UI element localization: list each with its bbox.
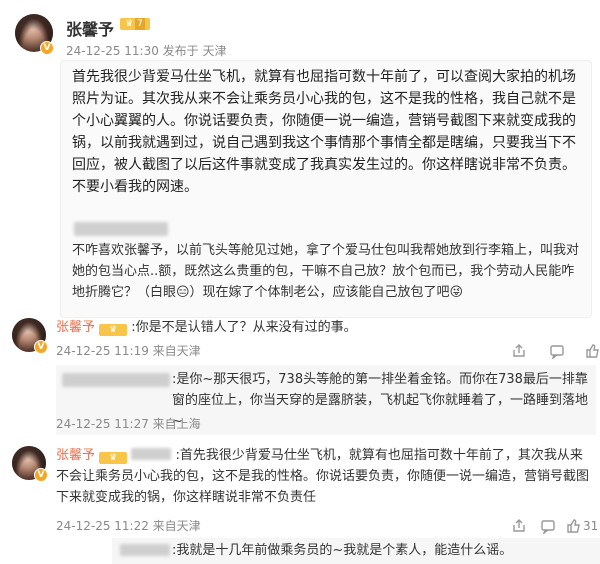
comment-icon[interactable] (540, 518, 556, 534)
hidden-username (62, 373, 170, 387)
like-icon[interactable] (585, 343, 600, 359)
share-icon[interactable] (511, 518, 527, 534)
like-count: 31 (583, 519, 599, 533)
reply-line: 张馨予 ♛ :首先我很少背爱马仕坐飞机，就算有也屈指可数十年前了，其次我从来不会… (56, 445, 592, 508)
reply-meta: 24-12-25 11:22 来自天津 (56, 519, 201, 533)
reply-meta: 24-12-25 11:19 来自天津 (56, 344, 201, 358)
post-author[interactable]: 张馨予 (66, 16, 114, 40)
hidden-username (74, 222, 168, 236)
level-badge: ♛ (99, 324, 128, 336)
reply-line: 张馨予 ♛ :你是不是认错人了？从来没有过的事。 (56, 317, 576, 338)
share-icon[interactable] (511, 343, 527, 359)
verified-badge-icon: V (34, 468, 48, 482)
nested-reply-text: :是你~那天很巧，738头等舱的第一排坐着金铭。而你在738最后一排靠窗的座位上… (172, 372, 589, 429)
post-meta: 24-12-25 11:30 发布于 天津 (66, 44, 227, 58)
quoted-text: 不咋喜欢张馨予，以前飞头等舱见过她，拿了个爱马仕包叫我帮她放到行李箱上，叫我对她… (72, 243, 580, 300)
verified-badge-icon: V (40, 41, 54, 55)
post-text: 首先我很少背爱马仕坐飞机，就算有也屈指可数十年前了，可以查阅大家拍的机场照片为证… (72, 69, 576, 195)
nested-reply-text: :我就是十几年前做乘务员的~我就是个素人，能造什么谣。 (172, 543, 513, 558)
reply-author[interactable]: 张馨予 (56, 448, 95, 463)
reply-author[interactable]: 张馨予 (56, 320, 95, 335)
hidden-username (120, 544, 170, 556)
reply-meta: 24-12-25 11:27 来自上海 (56, 417, 201, 431)
hidden-username (131, 448, 172, 460)
level-badge: ♛ 7 (120, 18, 150, 30)
reply-text: :你是不是认错人了？从来没有过的事。 (131, 320, 357, 335)
comment-icon[interactable] (549, 343, 565, 359)
level-badge: ♛ (99, 452, 128, 464)
verified-badge-icon: V (34, 340, 48, 354)
like-icon[interactable] (566, 518, 581, 534)
